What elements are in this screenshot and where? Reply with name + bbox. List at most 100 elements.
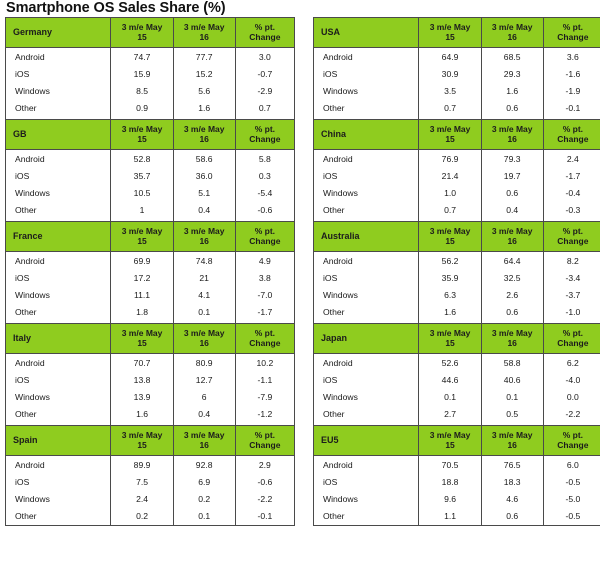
column-header-change: % pt. Change — [234, 17, 296, 48]
value-period-2-cell: 58.8 — [480, 353, 544, 371]
value-period-1-cell: 1 — [110, 201, 174, 219]
column-header-period-1: 3 m/e May 15 — [110, 17, 174, 48]
table-row: Other 1.6 0.4 -1.2 — [4, 405, 296, 423]
os-name-cell: Windows — [312, 490, 420, 507]
value-period-2-cell: 21 — [172, 269, 236, 286]
region-name: EU5 — [312, 425, 420, 456]
value-change-cell: -1.2 — [234, 405, 296, 423]
os-name-cell: iOS — [312, 473, 420, 490]
value-period-2-cell: 58.6 — [172, 149, 236, 167]
table-row: iOS 15.9 15.2 -0.7 — [4, 65, 296, 82]
column-header-period-2: 3 m/e May 16 — [480, 425, 544, 456]
os-name-cell: Android — [4, 47, 112, 65]
value-period-2-cell: 92.8 — [172, 455, 236, 473]
value-change-cell: -0.1 — [542, 99, 600, 117]
value-period-2-cell: 0.4 — [480, 201, 544, 219]
value-change-cell: -7.0 — [234, 286, 296, 303]
os-name-cell: Android — [312, 455, 420, 473]
os-name-cell: Android — [4, 455, 112, 473]
value-period-2-cell: 64.4 — [480, 251, 544, 269]
value-period-2-cell: 0.6 — [480, 99, 544, 117]
column-header-period-2: 3 m/e May 16 — [480, 323, 544, 354]
column-header-period-2: 3 m/e May 16 — [172, 17, 236, 48]
table-row: iOS 35.9 32.5 -3.4 — [312, 269, 600, 286]
os-name-cell: Android — [312, 47, 420, 65]
value-change-cell: -2.9 — [234, 82, 296, 99]
value-period-2-cell: 0.5 — [480, 405, 544, 423]
value-period-2-cell: 29.3 — [480, 65, 544, 82]
region-header-row: Germany 3 m/e May 15 3 m/e May 16% pt. Change — [4, 17, 296, 48]
value-period-2-cell: 80.9 — [172, 353, 236, 371]
table-row: Android 64.9 68.5 3.6 — [312, 47, 600, 65]
value-change-cell: -0.5 — [542, 507, 600, 526]
change-line-2: Change — [557, 439, 589, 450]
region-header-row: China 3 m/e May 15 3 m/e May 16% pt. Change — [312, 119, 600, 150]
table-row: Other 0.7 0.4 -0.3 — [312, 201, 600, 219]
region-header-row: Spain 3 m/e May 15 3 m/e May 16% pt. Change — [4, 425, 296, 456]
value-period-2-cell: 0.1 — [480, 388, 544, 405]
table-row: iOS 7.5 6.9 -0.6 — [4, 473, 296, 490]
value-period-2-cell: 0.1 — [172, 507, 236, 526]
column-header-period-1: 3 m/e May 15 — [418, 221, 482, 252]
period-2-line-2: 16 — [199, 133, 209, 144]
value-period-1-cell: 1.6 — [110, 405, 174, 423]
value-period-1-cell: 44.6 — [418, 371, 482, 388]
table-row: iOS 17.2 21 3.8 — [4, 269, 296, 286]
value-period-1-cell: 7.5 — [110, 473, 174, 490]
table-row: iOS 44.6 40.6 -4.0 — [312, 371, 600, 388]
value-period-2-cell: 1.6 — [480, 82, 544, 99]
value-period-1-cell: 17.2 — [110, 269, 174, 286]
column-header-period-1: 3 m/e May 15 — [110, 119, 174, 150]
value-period-1-cell: 52.8 — [110, 149, 174, 167]
table-row: Windows 13.9 6 -7.9 — [4, 388, 296, 405]
value-period-2-cell: 5.1 — [172, 184, 236, 201]
value-period-1-cell: 0.9 — [110, 99, 174, 117]
table-row: iOS 35.7 36.0 0.3 — [4, 167, 296, 184]
period-1-line-2: 15 — [137, 337, 147, 348]
value-period-1-cell: 89.9 — [110, 455, 174, 473]
right-os-table: USA 3 m/e May 15 3 m/e May 16% pt. Change Andr… — [312, 17, 600, 526]
value-period-1-cell: 69.9 — [110, 251, 174, 269]
region-name: France — [4, 221, 112, 252]
smartphone-os-sales-share-page: Smartphone OS Sales Share (%) Germany 3 m… — [0, 0, 600, 561]
value-change-cell: -2.2 — [234, 490, 296, 507]
table-row: Windows 6.3 2.6 -3.7 — [312, 286, 600, 303]
value-period-1-cell: 30.9 — [418, 65, 482, 82]
value-period-1-cell: 35.9 — [418, 269, 482, 286]
value-period-1-cell: 2.7 — [418, 405, 482, 423]
os-name-cell: Android — [312, 149, 420, 167]
value-period-1-cell: 9.6 — [418, 490, 482, 507]
os-name-cell: Windows — [312, 82, 420, 99]
region-name: GB — [4, 119, 112, 150]
value-period-1-cell: 52.6 — [418, 353, 482, 371]
change-line-2: Change — [249, 337, 281, 348]
region-name: Japan — [312, 323, 420, 354]
value-period-1-cell: 35.7 — [110, 167, 174, 184]
table-row: Other 2.7 0.5 -2.2 — [312, 405, 600, 423]
left-table-column: Germany 3 m/e May 15 3 m/e May 16% pt. Change… — [4, 17, 296, 526]
value-period-1-cell: 13.9 — [110, 388, 174, 405]
value-period-1-cell: 8.5 — [110, 82, 174, 99]
value-change-cell: 2.4 — [542, 149, 600, 167]
os-name-cell: Windows — [4, 490, 112, 507]
value-change-cell: 6.0 — [542, 455, 600, 473]
column-header-change: % pt. Change — [234, 119, 296, 150]
column-header-period-2: 3 m/e May 16 — [172, 221, 236, 252]
region-name: USA — [312, 17, 420, 48]
value-change-cell: 5.8 — [234, 149, 296, 167]
value-period-2-cell: 0.6 — [480, 303, 544, 321]
region-name: Italy — [4, 323, 112, 354]
value-change-cell: 3.8 — [234, 269, 296, 286]
table-row: iOS 21.4 19.7 -1.7 — [312, 167, 600, 184]
table-row: Android 70.7 80.9 10.2 — [4, 353, 296, 371]
value-period-1-cell: 0.7 — [418, 201, 482, 219]
value-period-1-cell: 1.0 — [418, 184, 482, 201]
os-name-cell: iOS — [4, 167, 112, 184]
table-row: Other 1.6 0.6 -1.0 — [312, 303, 600, 321]
value-change-cell: -0.1 — [234, 507, 296, 526]
os-name-cell: iOS — [4, 473, 112, 490]
value-change-cell: 8.2 — [542, 251, 600, 269]
region-header-row: France 3 m/e May 15 3 m/e May 16% pt. Change — [4, 221, 296, 252]
value-period-2-cell: 0.4 — [172, 405, 236, 423]
os-name-cell: Android — [4, 353, 112, 371]
